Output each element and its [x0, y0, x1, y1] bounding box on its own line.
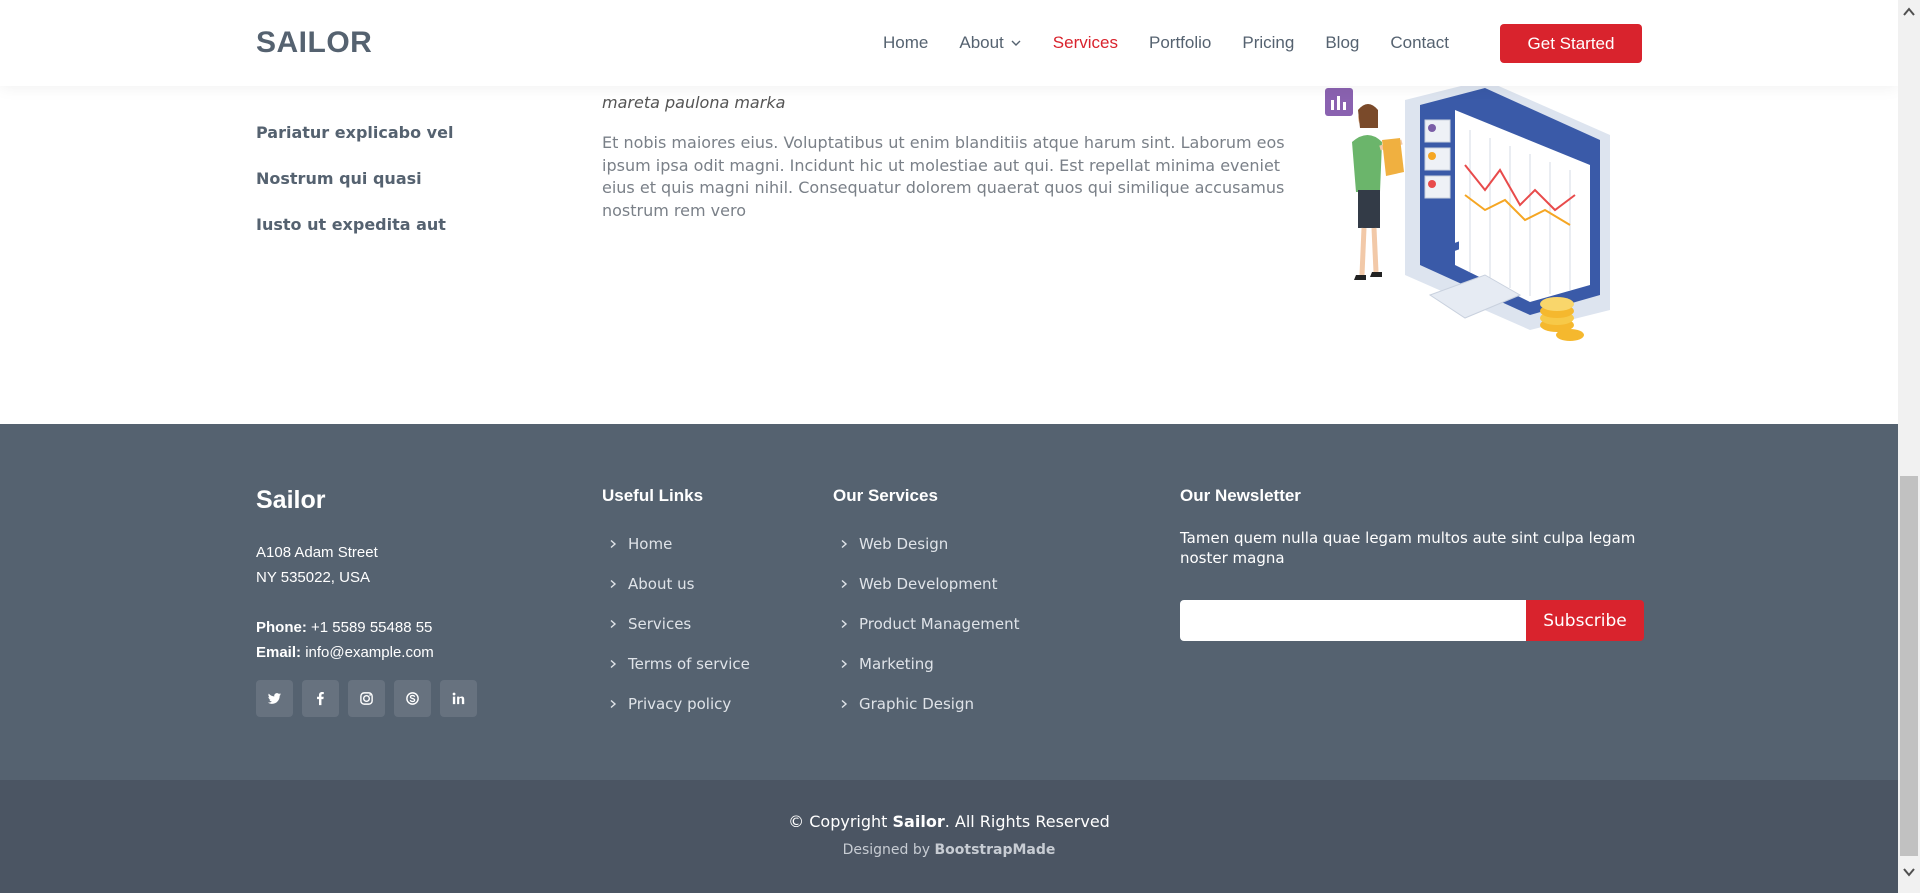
copyright-suffix: . All Rights Reserved: [944, 812, 1110, 831]
nav-home[interactable]: Home: [883, 33, 928, 53]
nav-pricing[interactable]: Pricing: [1242, 33, 1294, 53]
facebook-icon: [317, 691, 324, 706]
newsletter-text: Tamen quem nulla quae legam multos aute …: [1180, 529, 1636, 567]
service-link-web-development[interactable]: Web Development: [833, 564, 1020, 604]
chevron-right-icon: [841, 539, 848, 549]
credits-link[interactable]: BootstrapMade: [935, 842, 1056, 858]
twitter-link[interactable]: [256, 680, 293, 717]
service-link-web-design[interactable]: Web Design: [833, 524, 1020, 564]
nav-label: Portfolio: [1148, 33, 1212, 52]
newsletter-email-input[interactable]: [1180, 600, 1526, 641]
nav-label: Home: [883, 33, 929, 52]
footer-link-about-us[interactable]: About us: [602, 564, 750, 604]
phone-value: +1 5589 55488 55: [311, 619, 433, 636]
linkedin-link[interactable]: [440, 680, 477, 717]
subscribe-button[interactable]: Subscribe: [1526, 600, 1644, 641]
scrollbar-thumb[interactable]: [1900, 476, 1918, 856]
nav-portfolio[interactable]: Portfolio: [1149, 33, 1211, 53]
footer-link-home[interactable]: Home: [602, 524, 750, 564]
skype-icon: [406, 692, 419, 705]
chevron-right-icon: [610, 659, 617, 669]
nav-label: About: [959, 33, 1004, 52]
skype-link[interactable]: [394, 680, 431, 717]
link-label: Web Design: [859, 535, 949, 553]
phone-row: Phone: +1 5589 55488 55: [256, 615, 434, 640]
address-line: A108 Adam Street: [256, 544, 378, 561]
footer-link-terms[interactable]: Terms of service: [602, 644, 750, 684]
chevron-down-icon: [1011, 40, 1021, 46]
footer-top: Sailor A108 Adam Street NY 535022, USA P…: [0, 424, 1898, 780]
analytics-illustration: [1325, 80, 1610, 341]
twitter-icon: [267, 693, 282, 704]
chevron-right-icon: [841, 579, 848, 589]
site-logo[interactable]: SAILOR: [256, 26, 372, 60]
link-label: About us: [628, 575, 695, 593]
chevron-right-icon: [841, 619, 848, 629]
nav-label: Blog: [1325, 33, 1360, 52]
linkedin-icon: [452, 692, 465, 705]
link-label: Web Development: [859, 575, 998, 593]
link-label: Terms of service: [628, 655, 750, 673]
copyright: © Copyright Sailor. All Rights Reserved: [0, 812, 1898, 831]
useful-links-list: Home About us Services Terms of service …: [602, 524, 750, 724]
useful-links-title: Useful Links: [602, 486, 704, 505]
scroll-down-arrow-icon[interactable]: [1901, 864, 1917, 880]
tab-item[interactable]: Pariatur explicabo vel: [256, 122, 453, 168]
credits: Designed by BootstrapMade: [0, 842, 1898, 858]
footer-link-privacy[interactable]: Privacy policy: [602, 684, 750, 724]
get-started-button[interactable]: Get Started: [1500, 24, 1642, 63]
service-link-product-management[interactable]: Product Management: [833, 604, 1020, 644]
chevron-right-icon: [610, 579, 617, 589]
facebook-link[interactable]: [302, 680, 339, 717]
nav-label: Pricing: [1242, 33, 1295, 52]
footer-address: A108 Adam Street NY 535022, USA: [256, 540, 378, 590]
instagram-link[interactable]: [348, 680, 385, 717]
site-header: SAILOR Home About Services Portfolio Pri…: [0, 0, 1898, 86]
tab-quote: mareta paulona marka: [602, 93, 786, 112]
newsletter-title: Our Newsletter: [1180, 486, 1301, 505]
link-label: Privacy policy: [628, 695, 732, 713]
scroll-up-arrow-icon[interactable]: [1901, 4, 1917, 20]
nav-label: Services: [1052, 33, 1118, 52]
nav-contact[interactable]: Contact: [1390, 33, 1449, 53]
link-label: Services: [628, 615, 692, 633]
service-link-marketing[interactable]: Marketing: [833, 644, 1020, 684]
chevron-right-icon: [610, 619, 617, 629]
footer-brand: Sailor: [256, 486, 326, 514]
footer-link-services[interactable]: Services: [602, 604, 750, 644]
chevron-right-icon: [841, 659, 848, 669]
credits-prefix: Designed by: [842, 842, 931, 858]
email-row: Email: info@example.com: [256, 640, 434, 665]
copyright-brand: Sailor: [892, 812, 945, 831]
social-links: [256, 680, 486, 717]
address-line: NY 535022, USA: [256, 569, 370, 586]
link-label: Marketing: [859, 655, 934, 673]
link-label: Product Management: [859, 615, 1020, 633]
tab-item[interactable]: Iusto ut expedita aut: [256, 214, 446, 260]
chevron-right-icon: [610, 539, 617, 549]
email-label: Email:: [256, 644, 302, 661]
link-label: Home: [628, 535, 673, 553]
nav-services[interactable]: Services: [1053, 33, 1118, 53]
link-label: Graphic Design: [859, 695, 974, 713]
tab-paragraph: Et nobis maiores eius. Voluptatibus ut e…: [602, 133, 1285, 220]
our-services-list: Web Design Web Development Product Manag…: [833, 524, 1020, 724]
email-value: info@example.com: [305, 644, 434, 661]
page-scrollbar[interactable]: [1898, 0, 1920, 893]
phone-label: Phone:: [256, 619, 307, 636]
nav-about[interactable]: About: [959, 33, 1021, 53]
nav-blog[interactable]: Blog: [1325, 33, 1359, 53]
footer-contact: Phone: +1 5589 55488 55 Email: info@exam…: [256, 615, 434, 665]
footer-bottom: © Copyright Sailor. All Rights Reserved …: [0, 780, 1898, 893]
copyright-prefix: © Copyright: [788, 812, 888, 831]
nav-label: Contact: [1390, 33, 1449, 52]
chevron-right-icon: [610, 699, 617, 709]
instagram-icon: [360, 692, 373, 705]
service-link-graphic-design[interactable]: Graphic Design: [833, 684, 1020, 724]
newsletter-form: Subscribe: [1180, 600, 1644, 641]
main-nav: Home About Services Portfolio Pricing Bl…: [852, 0, 1449, 86]
our-services-title: Our Services: [833, 486, 938, 505]
tab-item[interactable]: Nostrum qui quasi: [256, 168, 422, 214]
chevron-right-icon: [841, 699, 848, 709]
